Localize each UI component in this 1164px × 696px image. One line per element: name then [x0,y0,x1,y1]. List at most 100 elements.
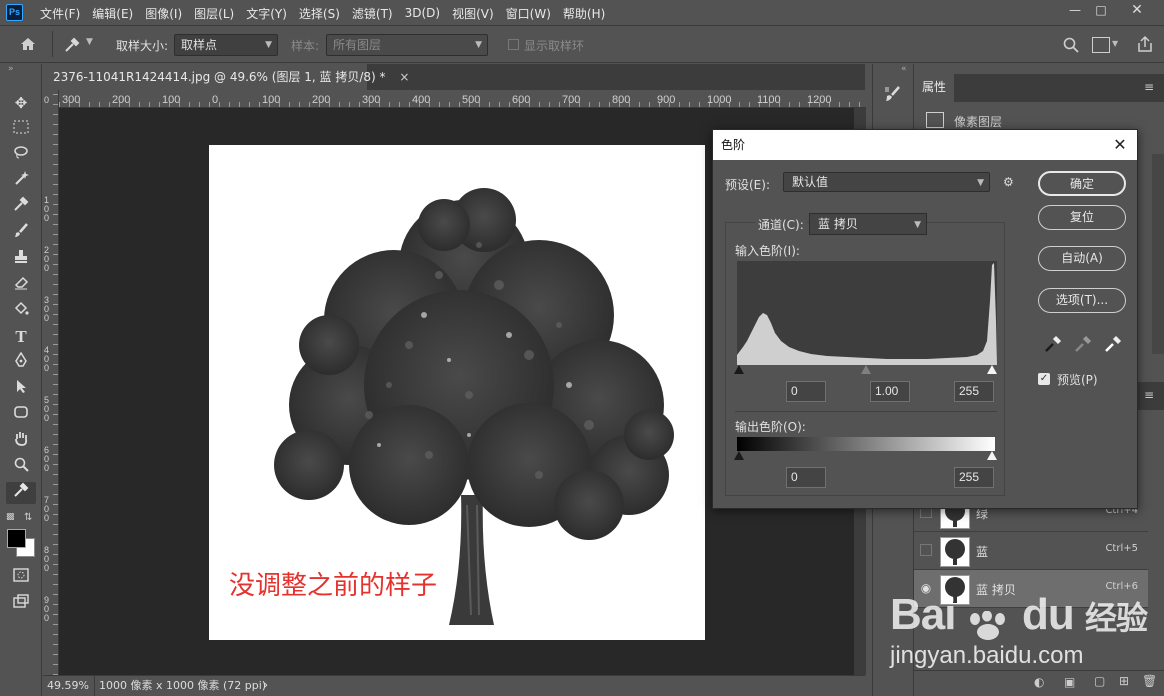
home-icon[interactable] [18,34,38,54]
workspace-icon[interactable] [1092,37,1110,53]
ruler-label: 800 [612,94,631,106]
menu-type[interactable]: 文字(Y) [240,5,293,22]
paint-bucket-tool-icon[interactable] [6,300,36,322]
white-eyedropper-icon[interactable] [1103,334,1123,354]
menu-file[interactable]: 文件(F) [34,5,86,22]
visibility-toggle[interactable] [920,544,932,556]
color-sampler-tool-icon[interactable] [6,482,36,504]
zoom-level[interactable]: 49.59% [47,676,89,696]
type-tool-icon[interactable]: T [6,326,36,348]
channel-select[interactable]: 蓝 拷贝 ▼ [809,213,927,235]
watermark-url: jingyan.baidu.com [890,642,1084,669]
collapse-icon[interactable]: » [8,64,14,74]
screen-mode-icon[interactable] [6,592,36,614]
properties-scrollbar[interactable] [1152,154,1164,354]
divider [735,411,997,412]
watermark: Bai du 经验 jingyan.baidu.com [890,590,1148,690]
tab-properties[interactable]: 属性 [914,74,954,102]
close-tab-icon[interactable]: × [399,70,409,84]
document-tab-title: 2376-11041R1424414.jpg @ 49.6% (图层 1, 蓝 … [53,70,386,84]
layer-thumbnail [940,537,970,567]
maximize-icon[interactable]: □ [1082,0,1120,20]
share-icon[interactable] [1136,35,1154,53]
input-white-field[interactable]: 255 [954,381,994,402]
preview-checkbox[interactable]: ✓ [1038,373,1050,385]
document-tab[interactable]: 2376-11041R1424414.jpg @ 49.6% (图层 1, 蓝 … [43,64,409,90]
pen-tool-icon[interactable] [6,351,36,374]
tool-preset-chevron-icon[interactable]: ▼ [86,37,93,47]
layers-menu-icon[interactable]: ≡ [1144,388,1154,402]
menu-help[interactable]: 帮助(H) [557,5,611,22]
lasso-tool-icon[interactable] [6,144,36,166]
close-window-icon[interactable]: ✕ [1118,0,1156,20]
move-tool-icon[interactable]: ✥ [6,92,36,114]
photoshop-logo: Ps [6,4,23,21]
eraser-tool-icon[interactable] [6,274,36,296]
output-black-field[interactable]: 0 [786,467,826,488]
foreground-color-swatch[interactable] [7,529,26,548]
layer-row[interactable]: 蓝 Ctrl+5 [914,532,1148,570]
ok-button[interactable]: 确定 [1038,171,1126,196]
default-colors-icon[interactable]: ▩ [6,512,15,522]
menu-filter[interactable]: 滤镜(T) [346,5,399,22]
input-gamma-slider[interactable] [861,365,871,374]
input-black-slider[interactable] [734,365,744,374]
output-white-field[interactable]: 255 [954,467,994,488]
stamp-tool-icon[interactable] [6,248,36,270]
output-white-slider[interactable] [987,451,997,460]
trash-icon[interactable]: 🗑 [1142,674,1157,688]
menu-select[interactable]: 选择(S) [293,5,346,22]
eyedropper-tool-icon[interactable] [62,35,82,55]
output-black-slider[interactable] [734,451,744,460]
channel-value: 蓝 拷贝 [818,217,858,231]
sample-select[interactable]: 所有图层 ▼ [326,34,488,56]
menu-window[interactable]: 窗口(W) [500,5,557,22]
gear-icon[interactable]: ⚙ [1003,175,1014,189]
hand-tool-icon[interactable] [6,430,36,452]
status-menu-icon[interactable]: › [263,676,268,696]
search-icon[interactable] [1062,36,1080,54]
options-button[interactable]: 选项(T)... [1038,288,1126,313]
brush-settings-icon[interactable] [883,84,903,104]
ruler-label: 7 0 0 [44,495,50,523]
menu-view[interactable]: 视图(V) [446,5,500,22]
document-canvas[interactable]: 没调整之前的样子 [209,145,705,640]
ruler-label: 100 [162,94,181,106]
divider [94,676,95,696]
input-gamma-field[interactable]: 1.00 [870,381,910,402]
layer-shortcut: Ctrl+5 [1105,543,1138,554]
panel-menu-icon[interactable]: ≡ [1144,80,1154,94]
input-black-field[interactable]: 0 [786,381,826,402]
menu-edit[interactable]: 编辑(E) [86,5,139,22]
quick-mask-icon[interactable] [6,566,36,588]
black-eyedropper-icon[interactable] [1043,334,1063,354]
reset-button[interactable]: 复位 [1038,205,1126,230]
brush-tool-icon[interactable] [6,222,36,244]
menu-3d[interactable]: 3D(D) [399,6,446,20]
preview-label: 预览(P) [1057,373,1098,387]
path-selection-tool-icon[interactable] [6,378,36,400]
menu-layer[interactable]: 图层(L) [188,5,240,22]
show-ring-checkbox[interactable] [508,39,519,50]
zoom-tool-icon[interactable] [6,456,36,478]
preset-select[interactable]: 默认值 ▼ [783,172,990,192]
marquee-tool-icon[interactable] [6,118,36,140]
rectangle-tool-icon[interactable] [6,404,36,426]
swap-colors-icon[interactable]: ⇅ [24,512,32,523]
gray-eyedropper-icon[interactable] [1073,334,1093,354]
ruler-label: 600 [512,94,531,106]
ruler-label: 100 [262,94,281,106]
chevron-down-icon[interactable]: ▼ [1112,39,1118,48]
collapse-icon[interactable]: « [901,64,907,74]
ruler-label: 9 0 0 [44,595,50,623]
close-icon[interactable]: ✕ [1109,130,1131,160]
watermark-cn: 经验 [1084,599,1148,637]
eyedropper-icon[interactable] [6,196,36,218]
magic-wand-tool-icon[interactable] [6,170,36,192]
auto-button[interactable]: 自动(A) [1038,246,1126,271]
input-white-slider[interactable] [987,365,997,374]
ruler-label: 0 [212,94,219,106]
menu-image[interactable]: 图像(I) [139,5,188,22]
ruler-label: 1 0 0 [44,195,50,223]
sample-size-select[interactable]: 取样点 ▼ [174,34,278,56]
